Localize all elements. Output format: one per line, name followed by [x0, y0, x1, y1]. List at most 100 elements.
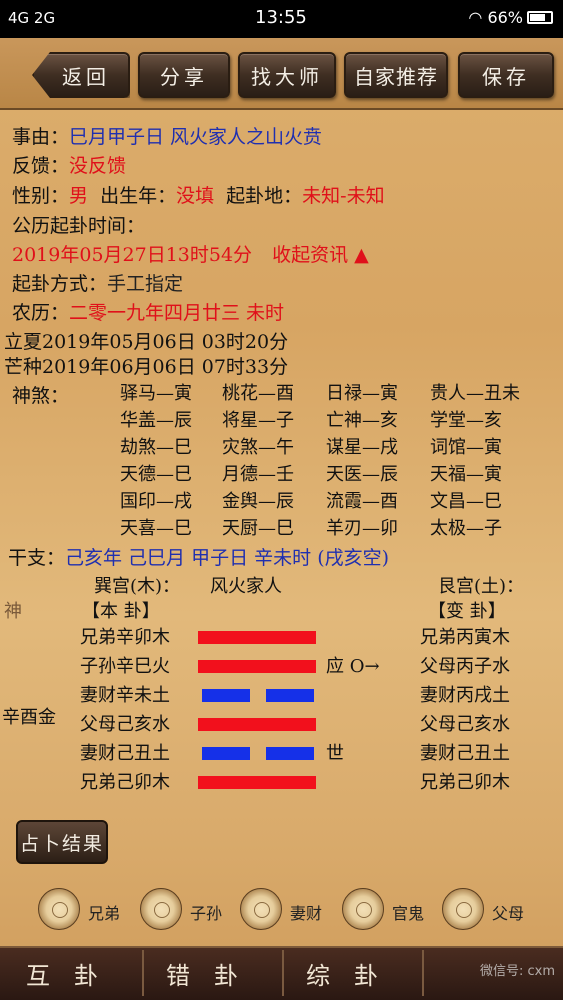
yin-line [266, 689, 314, 702]
relation-radio-label[interactable]: 兄弟 [88, 900, 120, 924]
method-value: 手工指定 [107, 273, 184, 295]
shensha-item: 劫煞—巳 [120, 437, 192, 458]
ben-yao-label: 妻财辛未土 [80, 685, 170, 706]
battery-icon [527, 11, 553, 24]
matter-value: 巳月甲子日 风火家人之山火贲 [69, 126, 323, 148]
shensha-item: 谋星—戌 [326, 437, 398, 458]
shensha-item: 华盖—辰 [120, 410, 192, 431]
shensha-item: 将星—子 [222, 410, 294, 431]
shensha-item: 天厨—巳 [222, 518, 294, 539]
signal-indicator: 4G 2G [8, 9, 56, 27]
relation-radio[interactable] [38, 888, 80, 930]
place-value: 未知-未知 [302, 185, 385, 207]
recommend-button[interactable]: 自家推荐 [344, 52, 448, 98]
relation-radio-label[interactable]: 妻财 [290, 900, 322, 924]
left-palace: 巽宫(木)： [94, 576, 181, 597]
bian-yao-label: 兄弟丙寅木 [420, 627, 510, 648]
method-label: 起卦方式： [12, 273, 108, 295]
feedback-label: 反馈： [12, 155, 70, 177]
place-label: 起卦地： [226, 185, 303, 207]
shensha-item: 金舆—辰 [222, 491, 294, 512]
relation-radio-label[interactable]: 子孙 [190, 900, 222, 924]
shensha-item: 学堂—亥 [430, 410, 502, 431]
shensha-item: 太极—子 [430, 518, 502, 539]
gender-label: 性别： [12, 185, 70, 207]
share-button[interactable]: 分享 [138, 52, 230, 98]
shensha-item: 天医—辰 [326, 464, 398, 485]
relation-radio-label[interactable]: 官鬼 [392, 900, 424, 924]
mangzhong-row: 芒种2019年06月06日 07时33分 [4, 356, 289, 378]
ben-yao-label: 父母己亥水 [80, 714, 170, 735]
toolbar: 返回 分享 找大师 自家推荐 保存 [0, 38, 563, 110]
collapse-arrow-icon[interactable]: ▲ [354, 244, 369, 266]
shensha-label: 神煞： [12, 385, 70, 407]
ben-yao-label: 兄弟己卯木 [80, 772, 170, 793]
gender-value: 男 [69, 185, 89, 207]
method-row: 起卦方式：手工指定 [12, 269, 183, 296]
ben-yao-label: 兄弟辛卯木 [80, 627, 170, 648]
bottom-tab[interactable]: 综卦 [286, 950, 424, 996]
shensha-item: 桃花—酉 [222, 383, 294, 404]
back-button[interactable]: 返回 [32, 52, 130, 98]
time-value: 2019年05月27日13时54分 [12, 244, 253, 266]
yang-line [198, 718, 316, 731]
relation-radio-label[interactable]: 父母 [492, 900, 524, 924]
matter-row: 事由：巳月甲子日 风火家人之山火贲 [12, 122, 322, 149]
feedback-row: 反馈：没反馈 [12, 151, 126, 178]
bian-yao-label: 兄弟己卯木 [420, 772, 510, 793]
ganzhi-value: 己亥年 己巳月 甲子日 辛未时 [65, 547, 312, 569]
find-master-button[interactable]: 找大师 [238, 52, 336, 98]
feedback-value: 没反馈 [69, 155, 127, 177]
kong-value: (戌亥空) [317, 547, 390, 569]
shensha-item: 流霞—酉 [326, 491, 398, 512]
clock: 13:55 [255, 7, 307, 28]
collect-info-link[interactable]: 收起资讯 [272, 244, 348, 266]
relation-radio[interactable] [140, 888, 182, 930]
wifi-icon: ◠ [468, 8, 483, 27]
lunar-label: 农历： [12, 302, 70, 324]
shensha-item: 天福—寅 [430, 464, 502, 485]
shensha-item: 驿马—寅 [120, 383, 192, 404]
battery-indicator: ◠ 66% [468, 8, 553, 27]
shensha-item: 词馆—寅 [430, 437, 502, 458]
bian-yao-label: 父母己亥水 [420, 714, 510, 735]
divination-result-button[interactable]: 占卜结果 [16, 820, 108, 864]
battery-level: 66% [487, 8, 523, 27]
shensha-item: 文昌—巳 [430, 491, 502, 512]
shensha-item: 天喜—巳 [120, 518, 192, 539]
shensha-item: 日禄—寅 [326, 383, 398, 404]
relation-radio[interactable] [240, 888, 282, 930]
bian-yao-label: 妻财己丑土 [420, 743, 510, 764]
shensha-item: 天德—巳 [120, 464, 192, 485]
ben-yao-label: 子孙辛巳火 [80, 656, 170, 677]
ben-yao-label: 妻财己丑土 [80, 743, 170, 764]
fu-shen-label: 辛酉金 [2, 707, 56, 728]
bian-yao-label: 父母丙子水 [420, 656, 510, 677]
bian-gua-label: 【变 卦】 [428, 601, 506, 622]
relation-radio[interactable] [442, 888, 484, 930]
shensha-item: 国印—戌 [120, 491, 192, 512]
lunar-row: 农历：二零一九年四月廿三 未时 [12, 298, 284, 325]
shensha-item: 羊刃—卯 [326, 518, 398, 539]
shensha-item: 月德—壬 [222, 464, 294, 485]
ganzhi-label: 干支： [8, 547, 66, 569]
birth-value: 没填 [176, 185, 215, 207]
shen-label: 神 [4, 601, 22, 622]
yin-line [202, 747, 250, 760]
time-label: 公历起卦时间： [12, 215, 146, 237]
gua-name: 风火家人 [210, 576, 282, 597]
relation-radio[interactable] [342, 888, 384, 930]
save-button[interactable]: 保存 [458, 52, 554, 98]
bottom-tab[interactable]: 互卦 [6, 950, 144, 996]
yao-mark: 世 [326, 743, 344, 764]
matter-label: 事由： [12, 126, 70, 148]
bottom-tab[interactable]: 错卦 [146, 950, 284, 996]
lunar-value: 二零一九年四月廿三 未时 [69, 302, 285, 324]
time-row: 2019年05月27日13时54分 收起资讯 ▲ [12, 240, 369, 267]
ben-gua-label: 【本 卦】 [82, 601, 160, 622]
bian-yao-label: 妻财丙戌土 [420, 685, 510, 706]
watermark: 微信号: cxm [479, 964, 555, 979]
right-palace: 艮宫(土)： [438, 576, 525, 597]
shensha-item: 亡神—亥 [326, 410, 398, 431]
yin-line [202, 689, 250, 702]
